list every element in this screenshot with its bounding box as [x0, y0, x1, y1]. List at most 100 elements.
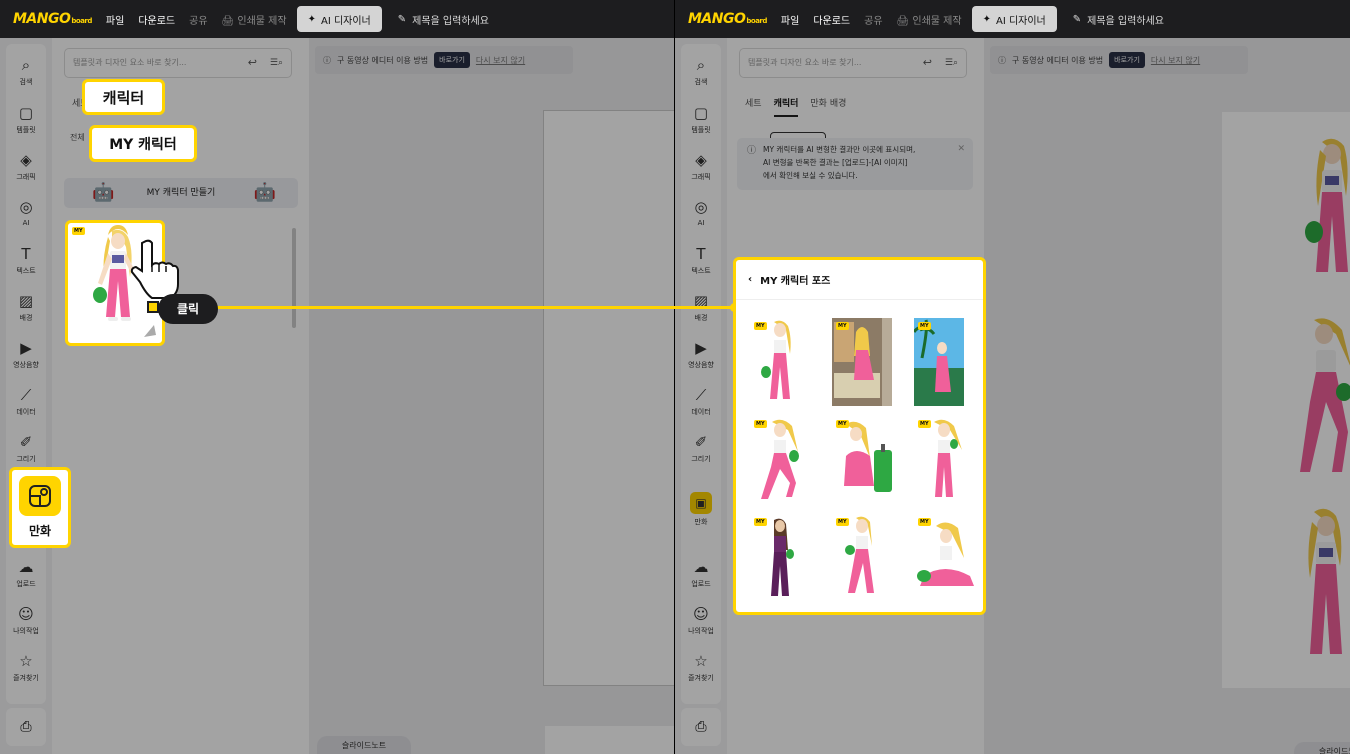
pose-image: [832, 318, 882, 406]
notice-go-button[interactable]: 바로가기: [434, 52, 470, 68]
rail-upload[interactable]: ☁ 업로드: [681, 558, 721, 589]
my-work-icon: ☺: [693, 605, 709, 623]
rail-search[interactable]: ⌕ 검색: [6, 56, 46, 87]
rail-text[interactable]: T 텍스트: [681, 245, 721, 276]
rail-favorite[interactable]: ☆ 즐겨찾기: [681, 652, 721, 683]
rail-upload[interactable]: ☁ 업로드: [6, 558, 46, 589]
rail-ai[interactable]: ◎ AI: [681, 198, 721, 227]
rail-background[interactable]: ▨ 배경: [6, 292, 46, 323]
title-input[interactable]: ✎ 제목을 입력하세요: [1073, 12, 1164, 27]
rail-video[interactable]: ▶ 영상음향: [6, 339, 46, 370]
slide-notes-tab[interactable]: 슬라이드노트: [317, 736, 411, 754]
search-icon: ⌕: [21, 56, 31, 74]
robot-icon: 🤖: [92, 182, 115, 203]
chart-icon: ⟋: [20, 386, 32, 404]
notice-never-link[interactable]: 다시 보지 않기: [1151, 55, 1200, 66]
menu-download[interactable]: 다운로드: [138, 12, 175, 27]
rail-draw[interactable]: ✐ 그리기: [681, 433, 721, 464]
pose-thumbnail[interactable]: MY: [914, 514, 974, 602]
pose-image: [761, 320, 791, 399]
robot-icon: 🤖: [253, 182, 276, 203]
pose-thumbnail[interactable]: MY: [914, 416, 974, 504]
ai-designer-button[interactable]: ✦ AI 디자이너: [971, 6, 1057, 32]
ai-icon: ◎: [19, 198, 33, 216]
make-my-character-banner[interactable]: 🤖 MY 캐릭터 만들기 🤖: [64, 178, 298, 208]
tab-character[interactable]: 캐릭터: [773, 96, 799, 117]
magic-wand-icon: ✦: [307, 13, 316, 25]
menu-share[interactable]: 공유: [189, 12, 207, 27]
chip-all[interactable]: 전체: [70, 132, 85, 143]
undo-icon[interactable]: ↩: [248, 49, 257, 77]
rail-data[interactable]: ⟋ 데이터: [6, 386, 46, 417]
comic-icon: ▣: [690, 492, 712, 514]
pose-thumbnail[interactable]: MY: [750, 416, 810, 504]
edit-icon: ✎: [1072, 13, 1082, 25]
template-icon: ▢: [18, 104, 34, 122]
title-input[interactable]: ✎ 제목을 입력하세요: [398, 12, 489, 27]
pose-thumbnail[interactable]: MY: [912, 318, 974, 406]
menu-share[interactable]: 공유: [864, 12, 882, 27]
rail-comic[interactable]: ▣ 만화: [681, 492, 721, 527]
rail-my-work[interactable]: ☺ 나의작업: [6, 605, 46, 636]
search-input[interactable]: 템플릿과 디자인 요소 바로 찾기... ↩ ☰⌕: [739, 48, 967, 78]
rail-draw[interactable]: ✐ 그리기: [6, 433, 46, 464]
back-chevron-icon[interactable]: ‹: [748, 274, 752, 285]
undo-icon[interactable]: ↩: [923, 49, 932, 77]
pose-thumbnail[interactable]: MY: [832, 416, 892, 504]
filter-search-icon[interactable]: ☰⌕: [945, 49, 958, 77]
mango-logo[interactable]: MANGOboard: [13, 11, 92, 27]
slide-notes-tab[interactable]: 슬라이드노트: [1294, 742, 1350, 754]
printer-button[interactable]: ⎙: [681, 708, 721, 746]
click-callout: 클릭: [158, 294, 218, 324]
rail-graphic[interactable]: ◈ 그래픽: [681, 151, 721, 182]
menu-download[interactable]: 다운로드: [813, 12, 850, 27]
mango-logo[interactable]: MANGOboard: [688, 11, 767, 27]
canvas-board[interactable]: [543, 110, 674, 686]
menu-print[interactable]: 🖨 인쇄물 제작: [222, 12, 287, 27]
rail-graphic[interactable]: ◈ 그래픽: [6, 151, 46, 182]
notice-never-link[interactable]: 다시 보지 않기: [476, 55, 525, 66]
menu-file[interactable]: 파일: [106, 12, 124, 27]
my-work-icon: ☺: [18, 605, 34, 623]
rail-data[interactable]: ⟋ 데이터: [681, 386, 721, 417]
pose-thumbnail[interactable]: MY: [750, 318, 810, 406]
pointer-hand-icon: [130, 239, 179, 299]
notice-bar: ⓘ 구 동영상 에디터 이용 방법 바로가기 다시 보지 않기: [315, 46, 573, 74]
rail-video[interactable]: ▶ 영상음향: [681, 339, 721, 370]
tab-set[interactable]: 세트: [745, 96, 762, 117]
rail-ai[interactable]: ◎ AI: [6, 198, 46, 227]
pose-grid: MY MY MY MY MY MY MY MY MY: [746, 318, 974, 608]
menu-file[interactable]: 파일: [781, 12, 799, 27]
pose-thumbnail[interactable]: MY: [832, 318, 892, 406]
rail-my-work[interactable]: ☺ 나의작업: [681, 605, 721, 636]
pose-thumbnail[interactable]: MY: [832, 514, 892, 602]
draw-icon: ✐: [19, 433, 33, 451]
printer-button[interactable]: ⎙: [6, 708, 46, 746]
ai-designer-button[interactable]: ✦ AI 디자이너: [296, 6, 382, 32]
side-rail: ⌕ 검색 ▢ 템플릿 ◈ 그래픽 ◎ AI T 텍스트 ▨ 배경 ▶ 영상음향 ⟋ 데이터 ✐ 그…: [681, 44, 721, 704]
upload-icon: ☁: [18, 558, 34, 576]
rail-text[interactable]: T 텍스트: [6, 245, 46, 276]
canvas-area: ⓘ 구 동영상 에디터 이용 방법 바로가기 다시 보지 않기 슬라이드노트: [309, 38, 674, 754]
pose-image: [917, 522, 974, 586]
chip-row: 전체: [70, 132, 85, 143]
callout-character-tab: 캐릭터: [82, 79, 165, 115]
tab-comic-background[interactable]: 만화 배경: [810, 96, 846, 117]
my-character-info-box: ⓘ ✕ MY 캐릭터를 AI 변형한 결과만 이곳에 표시되며, AI 변형을 …: [737, 138, 973, 190]
info-icon: ⓘ: [998, 55, 1006, 65]
panel-scrollbar[interactable]: [292, 228, 296, 328]
rail-template[interactable]: ▢ 템플릿: [681, 104, 721, 135]
info-icon: ⓘ: [747, 146, 757, 156]
close-icon[interactable]: ✕: [957, 143, 965, 156]
pose-image: [844, 421, 892, 492]
menu-print[interactable]: 🖨 인쇄물 제작: [897, 12, 962, 27]
notice-go-button[interactable]: 바로가기: [1109, 52, 1145, 68]
rail-search[interactable]: ⌕ 검색: [681, 56, 721, 87]
rail-favorite[interactable]: ☆ 즐겨찾기: [6, 652, 46, 683]
filter-search-icon[interactable]: ☰⌕: [270, 49, 283, 77]
rail-template[interactable]: ▢ 템플릿: [6, 104, 46, 135]
pose-thumbnail[interactable]: MY: [750, 514, 810, 602]
canvas-board[interactable]: [1222, 112, 1350, 688]
search-input[interactable]: 템플릿과 디자인 요소 바로 찾기... ↩ ☰⌕: [64, 48, 292, 78]
pose-image: [771, 518, 794, 596]
